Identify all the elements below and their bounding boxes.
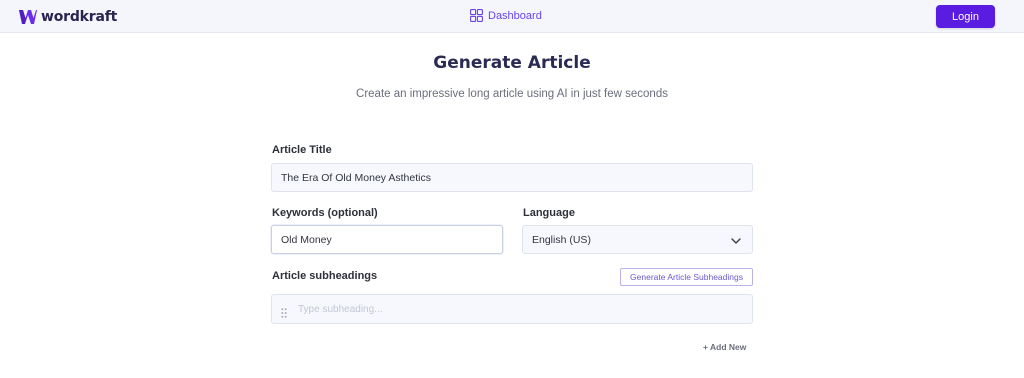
subheadings-label: Article subheadings xyxy=(272,270,378,282)
subheading-row xyxy=(271,294,753,324)
generate-subheadings-button[interactable]: Generate Article Subheadings xyxy=(620,268,753,286)
login-button[interactable]: Login xyxy=(936,5,995,28)
language-select[interactable]: English (US) xyxy=(522,225,753,254)
keywords-label: Keywords (optional) xyxy=(272,207,378,219)
article-title-label: Article Title xyxy=(272,144,332,156)
brand-name: wordkraft xyxy=(41,9,118,25)
page-subtitle: Create an impressive long article using … xyxy=(356,88,668,100)
add-new-subheading-link[interactable]: + Add New xyxy=(703,342,746,352)
keywords-input[interactable] xyxy=(271,225,503,254)
page-title: Generate Article xyxy=(433,53,591,73)
chevron-down-icon xyxy=(731,231,741,249)
language-label: Language xyxy=(523,207,575,219)
grid-icon xyxy=(470,9,483,22)
subheading-input[interactable] xyxy=(298,295,738,323)
brand-logo[interactable]: wordkraft xyxy=(19,9,117,25)
language-selected-value: English (US) xyxy=(532,233,591,246)
article-title-input[interactable] xyxy=(271,163,753,192)
nav-dashboard-link[interactable]: Dashboard xyxy=(470,9,542,22)
wordkraft-logo-icon xyxy=(19,10,37,24)
top-navbar: wordkraft Dashboard Login xyxy=(0,0,1024,33)
nav-dashboard-label: Dashboard xyxy=(488,9,542,22)
drag-handle-icon[interactable] xyxy=(281,305,287,323)
